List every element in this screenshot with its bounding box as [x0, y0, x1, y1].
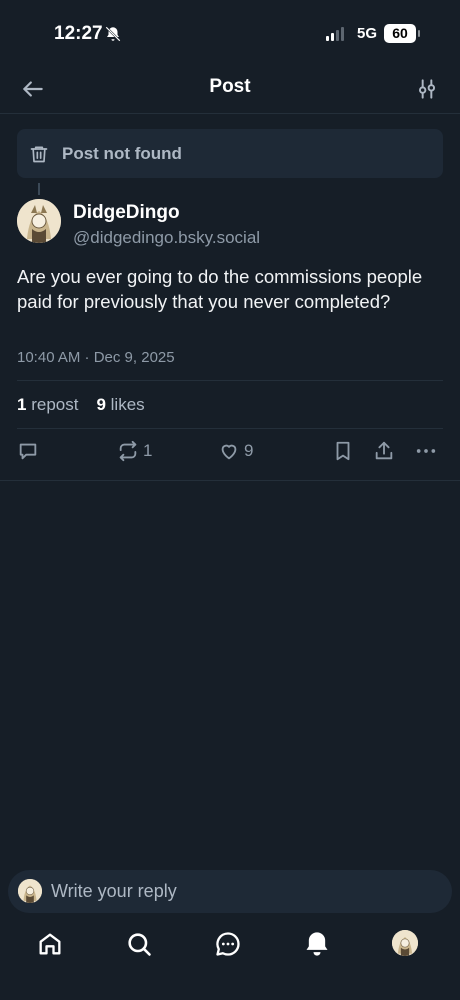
bell-off-icon: [105, 26, 121, 42]
header: Post: [0, 68, 460, 114]
repost-count: 1: [143, 441, 153, 460]
bookmark-icon: [336, 441, 350, 461]
like-button[interactable]: 9: [218, 440, 253, 462]
bell-icon[interactable]: [303, 930, 331, 958]
sliders-icon[interactable]: [414, 76, 440, 102]
page-title: Post: [209, 76, 251, 97]
post-timestamp: 10:40 AM · Dec 9, 2025: [17, 349, 175, 366]
divider: [17, 380, 443, 381]
avatar[interactable]: [17, 199, 61, 243]
like-stat[interactable]: 9 likes: [96, 395, 144, 415]
network-label: 5G: [357, 25, 378, 42]
author-name[interactable]: DidgeDingo: [73, 202, 180, 224]
search-icon[interactable]: [125, 930, 153, 958]
share-button[interactable]: [373, 440, 395, 462]
like-count: 9: [244, 441, 254, 460]
post-not-found-banner: Post not found: [17, 129, 443, 178]
ellipsis-icon: [416, 449, 436, 453]
signal-icon: [326, 27, 344, 41]
author-handle[interactable]: @didgedingo.bsky.social: [73, 228, 260, 248]
avatar: [18, 879, 42, 903]
home-icon[interactable]: [36, 930, 64, 958]
bottom-nav: [0, 920, 460, 970]
share-icon: [375, 441, 393, 460]
not-found-label: Post not found: [62, 143, 182, 163]
speech-bubble-icon: [19, 443, 37, 460]
battery-icon: 60: [384, 24, 420, 43]
post-actions: 1 9: [0, 440, 460, 468]
repost-stat[interactable]: 1 repost: [17, 395, 78, 415]
status-bar: 12:27 5G 60: [0, 0, 460, 68]
thread-line: [38, 183, 40, 195]
reply-button[interactable]: [17, 440, 39, 462]
heart-icon: [221, 444, 237, 460]
post-stats: 1 repost 9 likes: [17, 395, 145, 415]
repost-icon: [119, 440, 137, 462]
trash-icon: [30, 146, 48, 162]
reply-input[interactable]: Write your reply: [8, 870, 452, 913]
reply-placeholder: Write your reply: [51, 881, 177, 901]
post-text: Are you ever going to do the commissions…: [17, 266, 423, 312]
more-button[interactable]: [415, 440, 437, 462]
divider: [17, 428, 443, 429]
bookmark-button[interactable]: [332, 440, 354, 462]
avatar[interactable]: [392, 930, 418, 956]
status-time: 12:27: [54, 23, 103, 44]
repost-button[interactable]: 1: [117, 440, 152, 462]
chat-icon[interactable]: [214, 930, 242, 958]
divider: [0, 480, 460, 481]
